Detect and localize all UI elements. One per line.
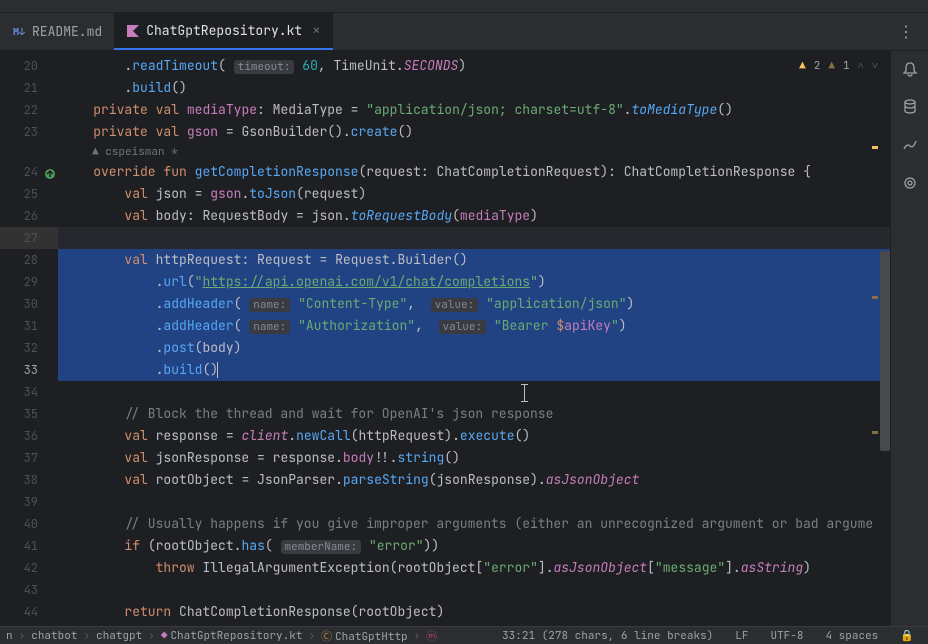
line-number[interactable]: 40 — [0, 513, 58, 535]
line-number[interactable]: 42 — [0, 557, 58, 579]
override-marker-icon[interactable] — [44, 165, 56, 177]
info-marker[interactable] — [872, 431, 878, 434]
line-number[interactable]: 25 — [0, 183, 58, 205]
breadcrumb[interactable]: chatbot — [31, 629, 77, 643]
markdown-icon: M↓ — [12, 25, 26, 39]
kotlin-file-icon: ◆ — [161, 629, 168, 643]
code-line[interactable]: val body: RequestBody = json.toRequestBo… — [58, 205, 890, 227]
author-gutter — [0, 143, 58, 161]
status-bar: n› chatbot› chatgpt› ◆ChatGptRepository.… — [0, 626, 928, 644]
code-line[interactable]: private val gson = GsonBuilder().create(… — [58, 121, 890, 143]
code-line[interactable]: val httpRequest: Request = Request.Build… — [58, 249, 890, 271]
line-number[interactable]: 28 — [0, 249, 58, 271]
caret-position[interactable]: 33:21 (278 chars, 6 line breaks) — [494, 629, 721, 643]
line-number[interactable]: 39 — [0, 491, 58, 513]
line-number[interactable]: 41 — [0, 535, 58, 557]
code-line[interactable]: val response = client.newCall(httpReques… — [58, 425, 890, 447]
breadcrumb[interactable]: chatgpt — [96, 629, 142, 643]
line-number[interactable]: 29 — [0, 271, 58, 293]
code-line[interactable] — [58, 227, 890, 249]
code-line[interactable]: .build() — [58, 77, 890, 99]
readonly-toggle-icon[interactable]: 🔒 — [892, 629, 922, 643]
code-line[interactable]: .build() — [58, 359, 890, 381]
chevron-up-icon[interactable]: ˄ — [858, 59, 864, 73]
code-line[interactable]: throw IllegalArgumentException(rootObjec… — [58, 557, 890, 579]
kotlin-icon — [126, 24, 140, 38]
line-number[interactable]: 37 — [0, 447, 58, 469]
scrollbar-thumb[interactable] — [880, 251, 890, 451]
editor-tabs: M↓ README.md ChatGptRepository.kt × ⋮ — [0, 13, 928, 51]
text-caret — [217, 362, 218, 378]
line-number[interactable]: 21 — [0, 77, 58, 99]
code-line[interactable]: val json = gson.toJson(request) — [58, 183, 890, 205]
database-icon[interactable] — [900, 97, 920, 117]
breadcrumb-method[interactable]: ⓜ — [426, 628, 440, 644]
info-marker[interactable] — [872, 296, 878, 299]
tab-chatgpt-repository[interactable]: ChatGptRepository.kt × — [114, 13, 332, 50]
code-editor[interactable]: ▲2 ▲1 ˄ ˅ .readTimeout( timeout: 60, Tim… — [58, 51, 890, 626]
weak-warning-icon: ▲ — [828, 59, 835, 73]
problems-widget[interactable]: ▲2 ▲1 ˄ ˅ — [795, 57, 882, 75]
line-number[interactable]: 24 — [0, 161, 58, 183]
line-number[interactable]: 22 — [0, 99, 58, 121]
breadcrumb-class[interactable]: ⒸChatGptHttp — [321, 628, 408, 644]
code-line[interactable]: .addHeader( name: "Authorization", value… — [58, 315, 890, 337]
warning-marker[interactable] — [872, 146, 878, 149]
line-number[interactable]: 44 — [0, 601, 58, 623]
code-line[interactable]: if (rootObject.has( memberName: "error")… — [58, 535, 890, 557]
line-gutter[interactable]: 20 21 22 23 24 25 26 27 28 29 30 31 32 3… — [0, 51, 58, 626]
code-line[interactable]: override fun getCompletionResponse(reque… — [58, 161, 890, 183]
line-number[interactable]: 33 — [0, 359, 58, 381]
line-number[interactable]: 26 — [0, 205, 58, 227]
code-line[interactable]: private val mediaType: MediaType = "appl… — [58, 99, 890, 121]
code-line[interactable]: .post(body) — [58, 337, 890, 359]
right-tool-strip — [890, 51, 928, 626]
coverage-icon[interactable] — [900, 135, 920, 155]
line-separator[interactable]: LF — [727, 629, 756, 643]
line-number[interactable]: 35 — [0, 403, 58, 425]
code-line[interactable] — [58, 579, 890, 601]
indent-setting[interactable]: 4 spaces — [817, 629, 886, 643]
line-number[interactable]: 36 — [0, 425, 58, 447]
class-icon: Ⓒ — [321, 630, 332, 644]
line-number[interactable]: 27 — [0, 227, 58, 249]
close-icon[interactable]: × — [312, 22, 320, 40]
code-line[interactable]: // Block the thread and wait for OpenAI'… — [58, 403, 890, 425]
line-number[interactable]: 34 — [0, 381, 58, 403]
breadcrumb[interactable]: n — [6, 629, 13, 643]
tabs-menu-icon[interactable]: ⋮ — [884, 21, 928, 42]
line-number[interactable]: 38 — [0, 469, 58, 491]
code-line[interactable]: val rootObject = JsonParser.parseString(… — [58, 469, 890, 491]
method-icon: ⓜ — [426, 630, 437, 644]
tab-label: ChatGptRepository.kt — [146, 22, 302, 39]
weak-warning-count: 1 — [843, 59, 850, 73]
tab-label: README.md — [32, 23, 102, 40]
notifications-icon[interactable] — [900, 59, 920, 79]
breadcrumb-file[interactable]: ◆ChatGptRepository.kt — [161, 629, 303, 643]
code-line[interactable] — [58, 381, 890, 403]
line-number[interactable]: 23 — [0, 121, 58, 143]
code-line[interactable]: .readTimeout( timeout: 60, TimeUnit.SECO… — [58, 55, 890, 77]
code-line[interactable]: .url("https://api.openai.com/v1/chat/com… — [58, 271, 890, 293]
title-bar-fragment — [0, 0, 928, 13]
author-inlay[interactable]: ▲ cspeisman * — [58, 143, 890, 161]
line-number[interactable]: 30 — [0, 293, 58, 315]
file-encoding[interactable]: UTF-8 — [762, 629, 811, 643]
line-number[interactable]: 20 — [0, 55, 58, 77]
ai-assistant-icon[interactable] — [900, 173, 920, 193]
line-number[interactable]: 32 — [0, 337, 58, 359]
code-line[interactable]: // Usually happens if you give improper … — [58, 513, 890, 535]
code-line[interactable]: val jsonResponse = response.body!!.strin… — [58, 447, 890, 469]
warning-icon: ▲ — [799, 59, 806, 73]
error-stripe[interactable] — [872, 51, 878, 626]
tab-readme[interactable]: M↓ README.md — [0, 13, 114, 50]
warning-count: 2 — [814, 59, 821, 73]
line-number[interactable]: 43 — [0, 579, 58, 601]
code-line[interactable] — [58, 491, 890, 513]
code-line[interactable]: .addHeader( name: "Content-Type", value:… — [58, 293, 890, 315]
line-number[interactable]: 31 — [0, 315, 58, 337]
code-line[interactable]: return ChatCompletionResponse(rootObject… — [58, 601, 890, 623]
